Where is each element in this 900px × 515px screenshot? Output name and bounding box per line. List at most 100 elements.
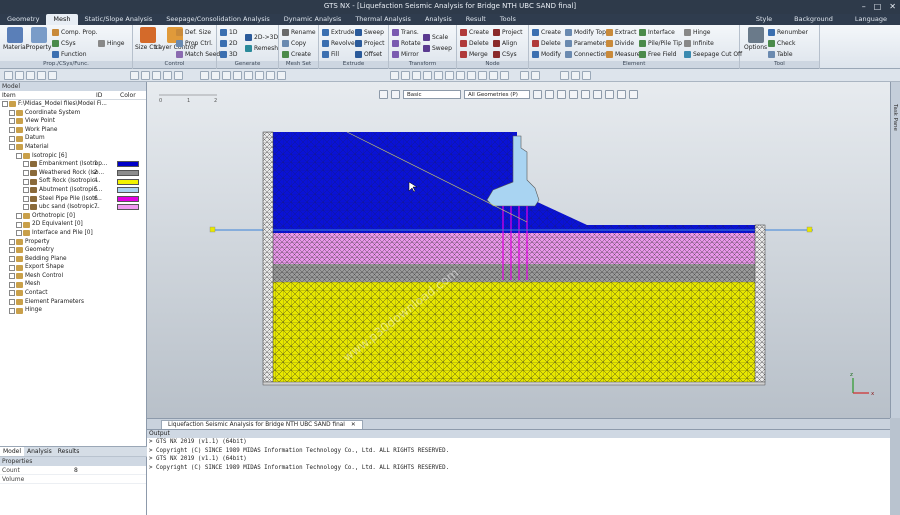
filter-icon[interactable] [200,71,209,80]
tree-item[interactable]: 2D Equivalent [0] [0,220,146,229]
tree-item[interactable]: Coordinate System [0,109,146,118]
extrude-button[interactable]: Extrude [322,28,354,37]
tree-item[interactable]: Isotropic [6] [0,152,146,161]
options-button[interactable]: Options [744,27,767,51]
iso-view-icon[interactable] [456,71,465,80]
tree-item[interactable]: Datum [0,134,146,143]
pile-tip-button[interactable]: Pile/Pile Tip [639,39,682,48]
tab-analysis[interactable]: Analysis [418,14,459,25]
fill-button[interactable]: Fill [322,50,339,59]
front-view-icon[interactable] [434,71,443,80]
select-icon[interactable] [130,71,139,80]
zoom-fit-icon[interactable] [390,71,399,80]
expand-icon[interactable] [16,230,22,237]
minimize-button[interactable]: – [862,2,866,11]
node-delete-button[interactable]: Delete [460,39,489,48]
node-merge-button[interactable]: Merge [460,50,488,59]
solid-icon[interactable] [244,71,253,80]
connection-button[interactable]: Connection [565,50,608,59]
free-field-button[interactable]: Free Field [639,50,677,59]
expand-icon[interactable] [9,273,15,280]
tree-item[interactable]: Mesh [0,280,146,289]
element-delete-button[interactable]: Delete [532,39,561,48]
mesh-set-icon[interactable] [255,71,264,80]
open-icon[interactable] [15,71,24,80]
tab-thermal-analysis[interactable]: Thermal Analysis [348,14,418,25]
print-icon[interactable] [582,71,591,80]
tree-item[interactable]: Material [0,143,146,152]
tab-seepage-consolidation-analysis[interactable]: Seepage/Consolidation Analysis [159,14,277,25]
expand-icon[interactable] [23,195,29,202]
capture-icon[interactable] [571,71,580,80]
expand-icon[interactable] [9,298,15,305]
mirror-button[interactable]: Mirror [392,50,419,59]
revolve-button[interactable]: Revolve [322,39,355,48]
shading-icon[interactable] [467,71,476,80]
tree-item[interactable]: Work Plane [0,126,146,135]
expand-icon[interactable] [9,135,15,142]
def-size-button[interactable]: Def. Size [176,28,211,37]
tab-geometry[interactable]: Geometry [0,14,46,25]
measure-button[interactable]: Measure [606,50,641,59]
style-menu[interactable]: Style [749,14,779,25]
background-menu[interactable]: Background [787,14,840,25]
infinite-button[interactable]: Infinite [684,39,714,48]
renumber-button[interactable]: Renumber [768,28,808,37]
redo-icon[interactable] [48,71,57,80]
copy-button[interactable]: Copy [282,39,306,48]
tab-analysis-panel[interactable]: Analysis [24,447,55,456]
maximize-button[interactable]: □ [874,2,882,11]
expand-icon[interactable] [9,247,15,254]
parameters-button[interactable]: Parameters [565,39,608,48]
task-pane[interactable]: Task Pane [890,82,900,418]
tab-dynamic-analysis[interactable]: Dynamic Analysis [277,14,349,25]
node-align-button[interactable]: Align [493,39,517,48]
expand-icon[interactable] [23,187,29,194]
create-mesh-set-button[interactable]: Create [282,50,311,59]
node-csys-button[interactable]: CSys [493,50,517,59]
element-create-button[interactable]: Create [532,28,561,37]
generate-2d-button[interactable]: 2D [220,39,237,48]
expand-icon[interactable] [23,161,29,168]
refresh-icon[interactable] [520,71,529,80]
sweep-button[interactable]: Sweep [355,28,384,37]
expand-icon[interactable] [9,255,15,262]
csys-button[interactable]: CSys [52,39,76,48]
save-icon[interactable] [26,71,35,80]
material-button[interactable]: Material [3,27,27,51]
expand-icon[interactable] [9,281,15,288]
expand-icon[interactable] [9,144,15,151]
seepage-cut-off-button[interactable]: Seepage Cut Off [684,50,742,59]
expand-icon[interactable] [2,101,8,108]
tab-tools[interactable]: Tools [493,14,523,25]
expand-icon[interactable] [23,170,29,177]
curve-icon[interactable] [222,71,231,80]
tree-item[interactable]: Hinge [0,306,146,315]
unselect-icon[interactable] [174,71,183,80]
expand-icon[interactable] [9,118,15,125]
model-viewport[interactable]: Basic All Geometries (P) 0 1 2 www.p30do… [147,82,890,418]
expand-icon[interactable] [9,127,15,134]
tree-item[interactable]: Soft Rock (Isotropic... 4 [0,177,146,186]
select-polygon-icon[interactable] [152,71,161,80]
element-hinge-button[interactable]: Hinge [684,28,710,37]
tree-item[interactable]: Mesh Control [0,272,146,281]
language-menu[interactable]: Language [848,14,894,25]
show-icon[interactable] [500,71,509,80]
tab-mesh[interactable]: Mesh [46,14,78,25]
tree-item[interactable]: Bedding Plane [0,255,146,264]
pan-icon[interactable] [412,71,421,80]
match-seed-button[interactable]: Match Seed [176,50,220,59]
transform-sweep-button[interactable]: Sweep [423,44,452,53]
tree-item[interactable]: Weathered Rock (Iso... 2 [0,169,146,178]
node-project-button[interactable]: Project [493,28,523,37]
tree-item[interactable]: Export Shape [0,263,146,272]
check-button[interactable]: Check [768,39,795,48]
measure-icon[interactable] [560,71,569,80]
expand-icon[interactable] [23,204,29,211]
modify-topo-button[interactable]: Modify Topo. [565,28,611,37]
undo-icon[interactable] [37,71,46,80]
hide-icon[interactable] [489,71,498,80]
rotate-button[interactable]: Rotate [392,39,421,48]
expand-icon[interactable] [23,178,29,185]
